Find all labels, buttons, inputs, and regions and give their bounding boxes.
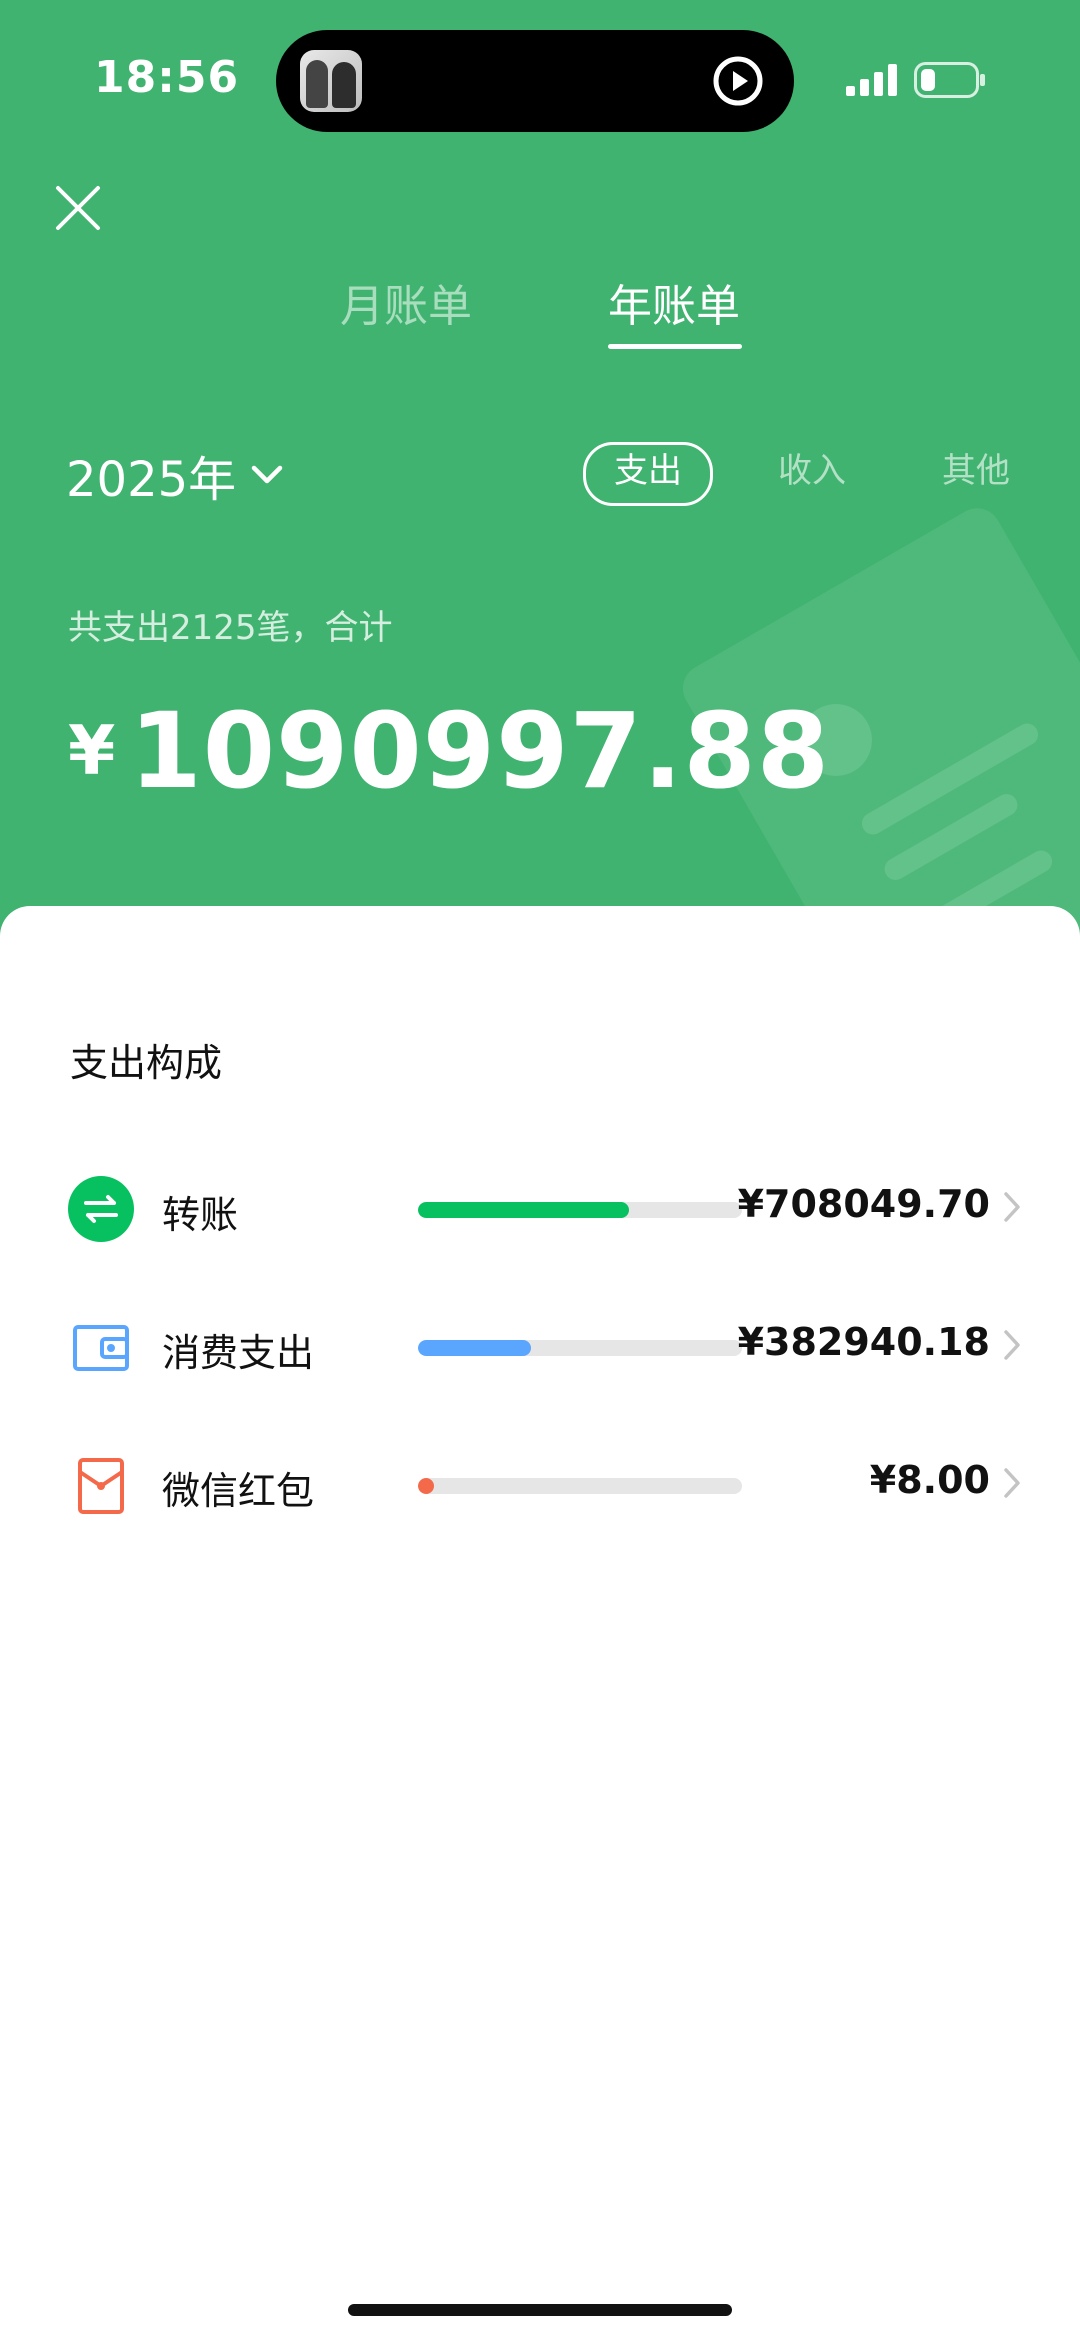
- total-amount: ¥ 1090997.88: [68, 690, 830, 812]
- red-packet-icon: [68, 1452, 134, 1518]
- media-artwork: [300, 50, 362, 112]
- transfer-icon: [68, 1176, 134, 1242]
- row-label: 微信红包: [162, 1469, 315, 1513]
- composition-row-transfer[interactable]: 转账 ¥708049.70: [0, 1158, 1080, 1258]
- tab-active-indicator: [608, 344, 742, 349]
- section-title: 支出构成: [70, 1041, 223, 1085]
- row-amount: ¥382940.18: [737, 1320, 990, 1364]
- progress-track: [418, 1478, 742, 1494]
- row-amount: ¥8.00: [869, 1458, 990, 1502]
- composition-row-red-packet[interactable]: 微信红包 ¥8.00: [0, 1434, 1080, 1534]
- chevron-right-icon: [1002, 1190, 1022, 1228]
- tab-yearly-bill[interactable]: 年账单: [608, 270, 740, 334]
- signal-icon: [846, 64, 898, 100]
- filter-other[interactable]: 其他: [942, 442, 1010, 500]
- total-value: 1090997.88: [129, 690, 831, 812]
- tab-monthly-bill[interactable]: 月账单: [340, 270, 472, 334]
- progress-track: [418, 1202, 742, 1218]
- currency-symbol: ¥: [68, 712, 116, 791]
- wallet-icon: [68, 1314, 134, 1380]
- year-label: 2025年: [66, 452, 237, 508]
- chevron-right-icon: [1002, 1466, 1022, 1504]
- row-amount: ¥708049.70: [737, 1182, 990, 1226]
- progress-fill: [418, 1202, 629, 1218]
- progress-fill: [418, 1340, 531, 1356]
- filter-income[interactable]: 收入: [778, 442, 846, 500]
- row-label: 转账: [162, 1193, 239, 1237]
- progress-fill: [418, 1478, 434, 1494]
- summary-text: 共支出2125笔，合计: [68, 608, 393, 648]
- year-picker[interactable]: 2025年: [66, 440, 284, 510]
- dynamic-island[interactable]: [276, 30, 794, 132]
- close-button[interactable]: [50, 180, 106, 236]
- composition-panel: [0, 906, 1080, 2341]
- chevron-down-icon: [251, 465, 283, 484]
- battery-icon: [914, 62, 986, 102]
- status-time: 18:56: [94, 52, 240, 103]
- close-icon: [56, 186, 100, 230]
- home-indicator[interactable]: [348, 2304, 732, 2316]
- header: 18:56 月账单 年账单 2025年 支出 收入 其他 共支出2125笔，合计…: [0, 0, 1080, 960]
- filter-expense[interactable]: 支出: [583, 442, 713, 506]
- composition-row-consumption[interactable]: 消费支出 ¥382940.18: [0, 1296, 1080, 1396]
- chevron-right-icon: [1002, 1328, 1022, 1366]
- progress-track: [418, 1340, 742, 1356]
- row-label: 消费支出: [162, 1331, 315, 1375]
- play-icon[interactable]: [712, 55, 764, 111]
